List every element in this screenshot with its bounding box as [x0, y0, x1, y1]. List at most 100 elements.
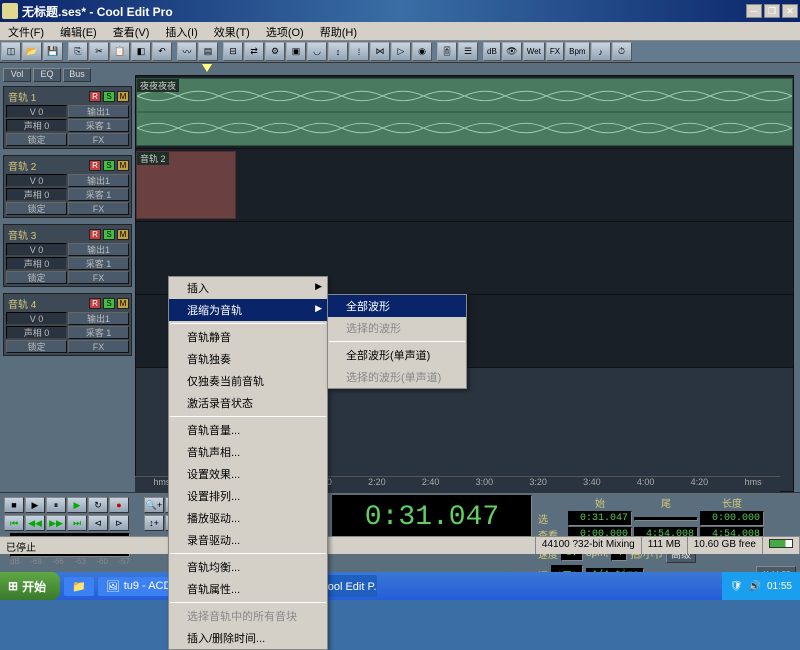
track-vol[interactable]: V 0	[6, 243, 67, 256]
context-menu-item[interactable]: 音轨音量...	[169, 419, 327, 441]
loop-button[interactable]: ↻	[88, 497, 108, 513]
tool-trim-icon[interactable]: ⊟	[223, 42, 243, 61]
context-menu-item[interactable]: 音轨独奏	[169, 348, 327, 370]
track-out[interactable]: 输出1	[68, 174, 129, 187]
tool-cut-icon[interactable]: ✂	[89, 42, 109, 61]
tool-adjust-icon[interactable]: ↕	[328, 42, 348, 61]
track-dry[interactable]: 采客 1	[68, 188, 129, 201]
record-arm-button[interactable]: R	[89, 160, 101, 171]
restore-button[interactable]: ❐	[764, 4, 780, 18]
menu-options[interactable]: 选项(O)	[258, 22, 312, 40]
context-menu-item[interactable]: 音轨均衡...	[169, 556, 327, 578]
go-end-button[interactable]: ⏭	[67, 515, 87, 531]
track-pan[interactable]: 声相 0	[6, 188, 67, 201]
eq-tab[interactable]: EQ	[33, 68, 61, 82]
sel-end[interactable]	[634, 517, 698, 521]
context-menu-item[interactable]: 设置效果...	[169, 463, 327, 485]
tool-spectral-icon[interactable]: ▤	[198, 42, 218, 61]
tray-icon[interactable]: 🔊	[749, 581, 761, 592]
tool-mixer-icon[interactable]: 🎚	[437, 42, 457, 61]
timecode-display[interactable]: 0:31.047	[332, 495, 532, 539]
tool-midi-icon[interactable]: ♪	[591, 42, 611, 61]
track-lock[interactable]: 锁定	[6, 133, 67, 146]
stop-button[interactable]: ■	[4, 497, 24, 513]
tool-db-icon[interactable]: dB	[483, 42, 501, 61]
tool-settings-icon[interactable]: ⚙	[265, 42, 285, 61]
tool-undo-icon[interactable]: ↶	[152, 42, 172, 61]
solo-button[interactable]: S	[103, 160, 115, 171]
track-name[interactable]: 音轨 1	[6, 89, 87, 104]
tool-env-icon[interactable]: ◡	[307, 42, 327, 61]
tool-convert-icon[interactable]: ⇄	[244, 42, 264, 61]
track-fx[interactable]: FX	[68, 271, 129, 284]
track-lock[interactable]: 锁定	[6, 340, 67, 353]
track-out[interactable]: 输出1	[68, 312, 129, 325]
tool-paste-icon[interactable]: 📋	[110, 42, 130, 61]
menu-file[interactable]: 文件(F)	[0, 22, 52, 40]
playhead-marker-icon[interactable]	[202, 64, 212, 72]
track-vol[interactable]: V 0	[6, 312, 67, 325]
tool-split-icon[interactable]: ⁞	[349, 42, 369, 61]
menu-edit[interactable]: 编辑(E)	[52, 22, 105, 40]
record-arm-button[interactable]: R	[89, 91, 101, 102]
tool-bpm-button[interactable]: Bpm	[565, 42, 589, 61]
tool-hide-icon[interactable]: 👁	[502, 42, 522, 61]
tool-new-icon[interactable]: ◫	[1, 42, 21, 61]
system-tray[interactable]: 🛡 🔊 01:55	[722, 572, 800, 600]
taskbar-item[interactable]: 📁	[64, 577, 94, 596]
track-out[interactable]: 输出1	[68, 243, 129, 256]
record-arm-button[interactable]: R	[89, 298, 101, 309]
track-fx[interactable]: FX	[68, 202, 129, 215]
context-menu-item[interactable]: 插入/删除时间...	[169, 627, 327, 649]
vol-tab[interactable]: Vol	[3, 68, 31, 82]
mute-button[interactable]: M	[117, 160, 129, 171]
track-pan[interactable]: 声相 0	[6, 119, 67, 132]
track-name[interactable]: 音轨 3	[6, 227, 87, 242]
wave-track-1[interactable]: 夜夜夜夜 1	[136, 76, 793, 149]
context-menu-item[interactable]: 音轨声相...	[169, 441, 327, 463]
tool-wet-button[interactable]: Wet	[523, 42, 545, 61]
tool-smpte-icon[interactable]: ⏱	[612, 42, 632, 61]
tool-save-icon[interactable]: 💾	[43, 42, 63, 61]
tool-group-icon[interactable]: ▣	[286, 42, 306, 61]
sel-begin[interactable]: 0:31.047	[568, 511, 632, 526]
go-start-button[interactable]: ⏮	[4, 515, 24, 531]
menu-insert[interactable]: 插入(I)	[157, 22, 205, 40]
audio-clip[interactable]: 夜夜夜夜	[136, 78, 793, 146]
solo-button[interactable]: S	[103, 91, 115, 102]
close-button[interactable]: ✕	[782, 4, 798, 18]
track-lock[interactable]: 锁定	[6, 271, 67, 284]
next-marker-button[interactable]: ⊳	[109, 515, 129, 531]
context-menu-item[interactable]: 录音驱动...	[169, 529, 327, 551]
minimize-button[interactable]: ─	[746, 4, 762, 18]
tool-fx-button[interactable]: FX	[546, 42, 564, 61]
tool-cue-icon[interactable]: ▷	[391, 42, 411, 61]
track-name[interactable]: 音轨 2	[6, 158, 87, 173]
zoom-in-v-button[interactable]: ↕+	[144, 515, 164, 531]
forward-button[interactable]: ▶▶	[46, 515, 66, 531]
tool-wave-icon[interactable]: 〰	[177, 42, 197, 61]
track-dry[interactable]: 采客 1	[68, 326, 129, 339]
track-vol[interactable]: V 0	[6, 174, 67, 187]
track-fx[interactable]: FX	[68, 340, 129, 353]
record-button[interactable]: ●	[109, 497, 129, 513]
solo-button[interactable]: S	[103, 229, 115, 240]
mute-button[interactable]: M	[117, 229, 129, 240]
play-loop-button[interactable]: ▶	[67, 497, 87, 513]
audio-clip[interactable]: 音轨 2	[136, 151, 236, 219]
track-dry[interactable]: 采客 1	[68, 119, 129, 132]
wave-track-2[interactable]: 音轨 2 2	[136, 149, 793, 222]
tool-open-icon[interactable]: 📂	[22, 42, 42, 61]
tool-mixpaste-icon[interactable]: ◧	[131, 42, 151, 61]
record-arm-button[interactable]: R	[89, 229, 101, 240]
track-fx[interactable]: FX	[68, 133, 129, 146]
submenu-item[interactable]: 全部波形(单声道)	[328, 344, 466, 366]
context-menu-item[interactable]: 音轨静音	[169, 326, 327, 348]
context-menu-item[interactable]: 激活录音状态	[169, 392, 327, 414]
context-menu-item[interactable]: 混缩为音轨▶	[169, 299, 327, 321]
track-pan[interactable]: 声相 0	[6, 326, 67, 339]
context-menu-item[interactable]: 插入▶	[169, 277, 327, 299]
mute-button[interactable]: M	[117, 91, 129, 102]
tool-crossfade-icon[interactable]: ⋈	[370, 42, 390, 61]
context-menu-item[interactable]: 播放驱动...	[169, 507, 327, 529]
